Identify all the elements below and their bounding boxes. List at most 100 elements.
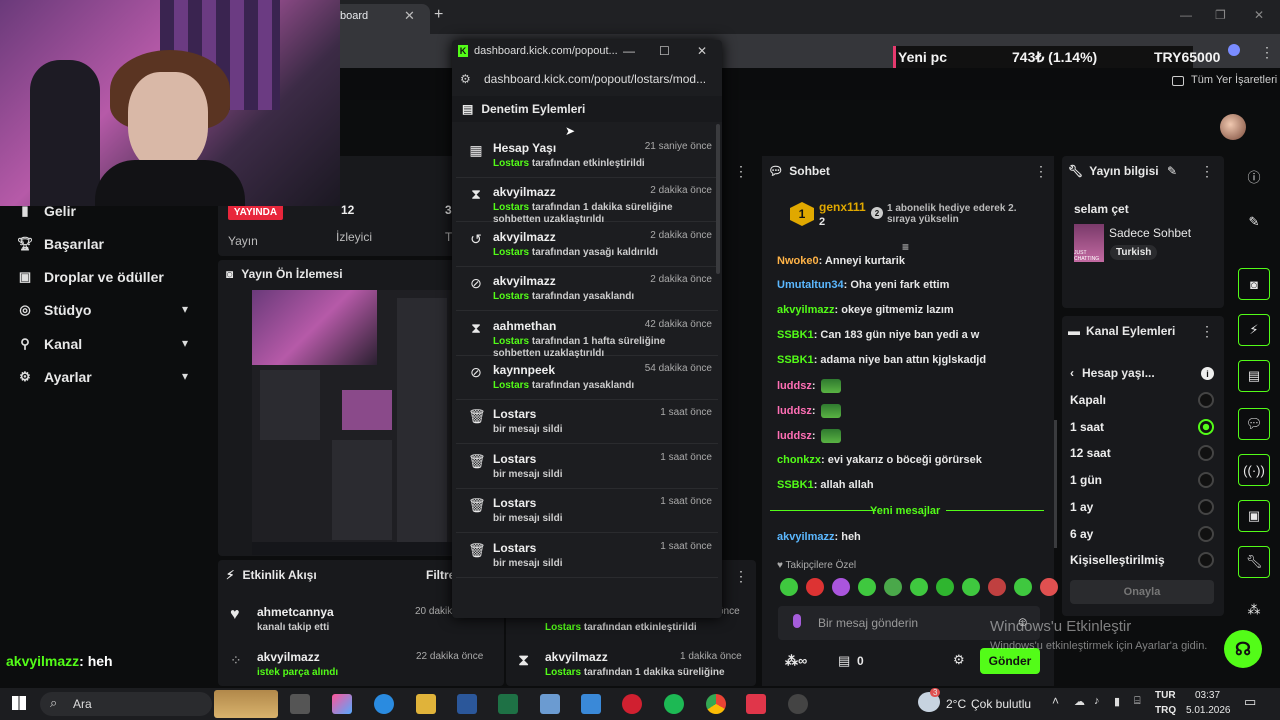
info-icon[interactable]: i	[1201, 367, 1214, 380]
popout-url[interactable]: dashboard.kick.com/popout/lostars/mod...	[484, 72, 706, 86]
keyboard-indicator[interactable]: TRQ	[1155, 705, 1176, 716]
store-icon[interactable]	[581, 694, 601, 714]
spotify-icon[interactable]	[664, 694, 684, 714]
chat-username[interactable]: chonkzx	[777, 454, 821, 466]
pinned-user[interactable]: genx111	[819, 200, 866, 214]
chevron-down-icon[interactable]: ▾	[182, 302, 188, 316]
bolt-icon[interactable]: ⚡︎	[1238, 314, 1270, 346]
video-icon[interactable]: ▣	[1238, 500, 1270, 532]
wrench-icon[interactable]: 🔧︎	[1238, 546, 1270, 578]
category-thumbnail[interactable]: JUST CHATTING	[1074, 224, 1104, 262]
chat-username[interactable]: Nwoke0	[777, 255, 819, 267]
clock-time[interactable]: 03:37	[1195, 690, 1220, 701]
site-settings-icon[interactable]: ⚙	[460, 72, 471, 86]
mod-log-row[interactable]: 🗑 Lostars 1 saat önce bir mesajı sildi	[456, 489, 718, 534]
volume-icon[interactable]: ♪	[1094, 695, 1100, 707]
chat-menu-icon[interactable]: ⋮	[1034, 163, 1048, 180]
chat-username[interactable]: akvyilmazz	[777, 304, 834, 316]
browser-menu-icon[interactable]: ⋮	[1260, 44, 1274, 61]
obs-icon[interactable]	[788, 694, 808, 714]
mic-icon[interactable]: ▮	[1114, 695, 1120, 708]
chrome-icon[interactable]	[706, 694, 726, 714]
option-radio[interactable]	[1198, 525, 1214, 542]
microphone-icon[interactable]	[793, 614, 801, 628]
mod-log-row[interactable]: ↺ akvyilmazz 2 dakika önce Lostars tarafınd…	[456, 223, 718, 267]
option-label[interactable]: 12 saat	[1070, 446, 1111, 460]
popout-close-icon[interactable]: ✕	[697, 44, 707, 58]
tray-expand-icon[interactable]: ˄	[1052, 694, 1059, 708]
nav-item-drops[interactable]: ▣ Droplar ve ödüller	[18, 265, 164, 289]
app-icon[interactable]	[746, 694, 766, 714]
new-tab-button[interactable]: +	[434, 6, 443, 24]
confirm-button[interactable]: Onayla	[1070, 580, 1214, 604]
chat-scrollbar[interactable]	[1054, 420, 1057, 548]
mod-log-row[interactable]: ⊘ kaynnpeek 54 dakika önce Lostars tarafınd…	[456, 356, 718, 400]
cloud-icon[interactable]: ☁	[1074, 695, 1085, 708]
activity-user[interactable]: akvyilmazz	[257, 650, 320, 664]
option-label[interactable]: 1 saat	[1070, 420, 1104, 434]
broadcast-icon[interactable]: ((·))	[1238, 454, 1270, 486]
option-label[interactable]: 1 gün	[1070, 473, 1102, 487]
emote-icon[interactable]	[936, 578, 954, 596]
chevron-down-icon[interactable]: ▾	[182, 336, 188, 350]
option-label[interactable]: Kişiselleştirilmiş	[1070, 553, 1165, 567]
card-menu-icon[interactable]: ⋮	[734, 568, 748, 585]
option-radio[interactable]	[1198, 472, 1214, 489]
nav-item-studio[interactable]: ◎ Stüdyo	[18, 298, 91, 322]
gift-icon[interactable]: ▤	[838, 653, 850, 669]
mod-log-row[interactable]: ⊘ akvyilmazz 2 dakika önce Lostars tarafınd…	[456, 267, 718, 312]
support-button[interactable]: ☊	[1224, 630, 1262, 668]
option-label[interactable]: 1 ay	[1070, 500, 1093, 514]
chat-username[interactable]: SSBK1	[777, 354, 814, 366]
emote-icon[interactable]	[962, 578, 980, 596]
mod-log-row[interactable]: 🗑 Lostars 1 saat önce bir mesajı sildi	[456, 445, 718, 489]
edit-icon[interactable]: ✎	[1167, 164, 1177, 178]
nav-item-channel[interactable]: ⚲ Kanal	[18, 332, 82, 356]
calculator-icon[interactable]	[540, 694, 560, 714]
option-label[interactable]: Kapalı	[1070, 393, 1106, 407]
chat-username[interactable]: Umutaltun34	[777, 279, 844, 291]
emote-icon[interactable]	[832, 578, 850, 596]
emote-icon[interactable]	[884, 578, 902, 596]
emote-icon[interactable]	[780, 578, 798, 596]
pin-collapse-icon[interactable]: ≡	[902, 240, 909, 254]
mod-user[interactable]: akvyilmazz	[545, 650, 608, 664]
popout-maximize-icon[interactable]: ☐	[659, 44, 670, 58]
language-indicator[interactable]: TUR	[1155, 690, 1176, 701]
actions-menu-icon[interactable]: ⋮	[1200, 323, 1214, 340]
nav-item-settings[interactable]: ⚙ Ayarlar	[18, 365, 92, 389]
excel-icon[interactable]	[498, 694, 518, 714]
edge-icon[interactable]	[374, 694, 394, 714]
mod-log-row[interactable]: ⧗ akvyilmazz 2 dakika önce Lostars tarafınd…	[456, 178, 718, 225]
chat-username[interactable]: SSBK1	[777, 329, 814, 341]
popout-scrollbar[interactable]	[716, 124, 720, 274]
log-icon[interactable]: ▤	[1238, 360, 1270, 392]
apps-icon[interactable]: ⁂	[1238, 594, 1270, 626]
chevron-down-icon[interactable]: ▾	[182, 369, 188, 383]
task-view-icon[interactable]	[290, 694, 310, 714]
minimize-icon[interactable]: —	[1180, 8, 1192, 22]
chat-username[interactable]: luddsz	[777, 430, 812, 442]
category-name[interactable]: Sadece Sohbet	[1109, 226, 1191, 240]
edit-icon[interactable]: ✎	[1238, 206, 1270, 238]
filter-button[interactable]: Filtre	[426, 568, 455, 582]
camera-icon[interactable]: ◙	[1238, 268, 1270, 300]
mod-log-row[interactable]: 🗑 Lostars 1 saat önce bir mesajı sildi	[456, 400, 718, 445]
notifications-icon[interactable]: ▭	[1244, 694, 1256, 710]
avatar[interactable]	[1220, 114, 1246, 140]
chat-icon[interactable]: 💬︎	[1238, 408, 1270, 440]
info-menu-icon[interactable]: ⋮	[1200, 163, 1214, 180]
file-explorer-icon[interactable]	[416, 694, 436, 714]
option-radio[interactable]	[1198, 498, 1214, 515]
popout-minimize-icon[interactable]: —	[623, 44, 635, 58]
taskbar-search[interactable]	[40, 692, 212, 716]
word-icon[interactable]	[457, 694, 477, 714]
clock-date[interactable]: 5.01.2026	[1186, 705, 1231, 716]
emote-icon[interactable]	[910, 578, 928, 596]
nav-item-achievements[interactable]: 🏆︎ Başarılar	[17, 232, 104, 256]
opera-icon[interactable]	[622, 694, 642, 714]
emote-icon[interactable]	[988, 578, 1006, 596]
chat-username[interactable]: luddsz	[777, 405, 812, 417]
stream-preview-video[interactable]	[252, 290, 452, 555]
windows-start-icon[interactable]	[12, 696, 26, 710]
